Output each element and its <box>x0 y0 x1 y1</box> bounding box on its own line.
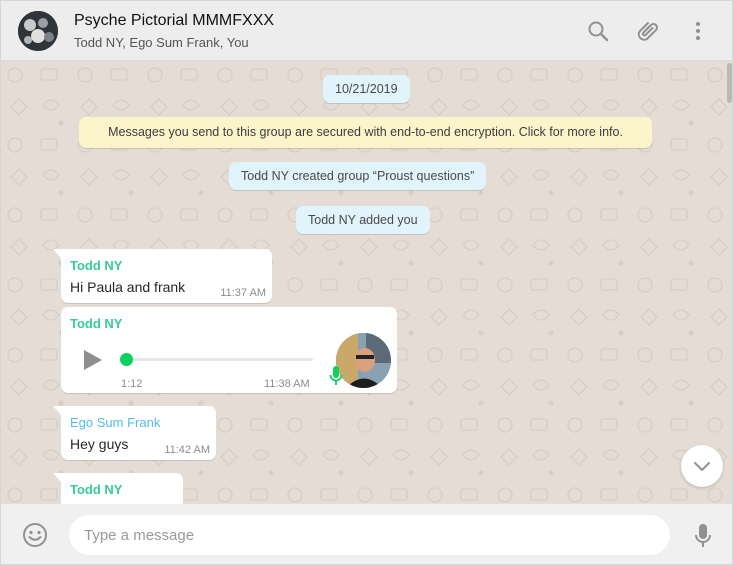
microphone-icon <box>329 365 343 387</box>
chat-window: Psyche Pictorial MMMFXXX Todd NY, Ego Su… <box>0 0 733 565</box>
message-sender[interactable]: Todd NY <box>70 258 122 273</box>
message-text: Hey guys <box>70 436 129 452</box>
scroll-down-button[interactable] <box>681 445 723 487</box>
voice-duration: 1:12 <box>121 378 143 390</box>
date-chip: 10/21/2019 <box>323 75 410 103</box>
audio-progress-handle[interactable] <box>120 353 133 366</box>
microphone-icon[interactable] <box>694 523 712 549</box>
message-bubble[interactable]: Todd NY Hi Paula and frank 11:37 AM <box>53 249 272 303</box>
encryption-notice[interactable]: Messages you send to this group are secu… <box>79 117 652 148</box>
attach-icon[interactable] <box>636 19 660 43</box>
message-sender[interactable]: Todd NY <box>70 316 122 331</box>
system-message: Todd NY created group “Proust questions” <box>229 162 487 190</box>
audio-progress-track[interactable] <box>127 358 313 361</box>
message-time: 11:38 AM <box>264 378 310 390</box>
voice-message-bubble[interactable]: Todd NY 1:12 11:38 AM <box>61 307 397 393</box>
message-time: 11:37 AM <box>220 287 266 299</box>
message-sender[interactable]: Todd NY <box>70 482 122 497</box>
compose-bar <box>1 504 732 564</box>
message-list[interactable]: 10/21/2019 Messages you send to this gro… <box>1 61 732 504</box>
message-input[interactable] <box>69 515 670 555</box>
emoji-icon[interactable] <box>22 522 48 548</box>
scrollbar[interactable] <box>727 63 732 103</box>
group-participants[interactable]: Todd NY, Ego Sum Frank, You <box>74 35 249 50</box>
message-bubble[interactable]: Todd NY <box>53 473 183 504</box>
chat-header: Psyche Pictorial MMMFXXX Todd NY, Ego Su… <box>1 1 732 61</box>
system-message: Todd NY added you <box>296 206 430 234</box>
chevron-down-icon <box>694 462 710 471</box>
sender-avatar[interactable] <box>336 333 391 388</box>
message-text: Hi Paula and frank <box>70 279 186 295</box>
message-bubble[interactable]: Ego Sum Frank Hey guys 11:42 AM <box>53 406 216 460</box>
message-time: 11:42 AM <box>164 444 210 456</box>
message-sender[interactable]: Ego Sum Frank <box>70 415 160 430</box>
menu-icon[interactable] <box>686 19 710 43</box>
group-title[interactable]: Psyche Pictorial MMMFXXX <box>74 12 274 30</box>
group-avatar[interactable] <box>18 11 58 51</box>
search-icon[interactable] <box>586 19 610 43</box>
play-icon[interactable] <box>80 348 104 372</box>
